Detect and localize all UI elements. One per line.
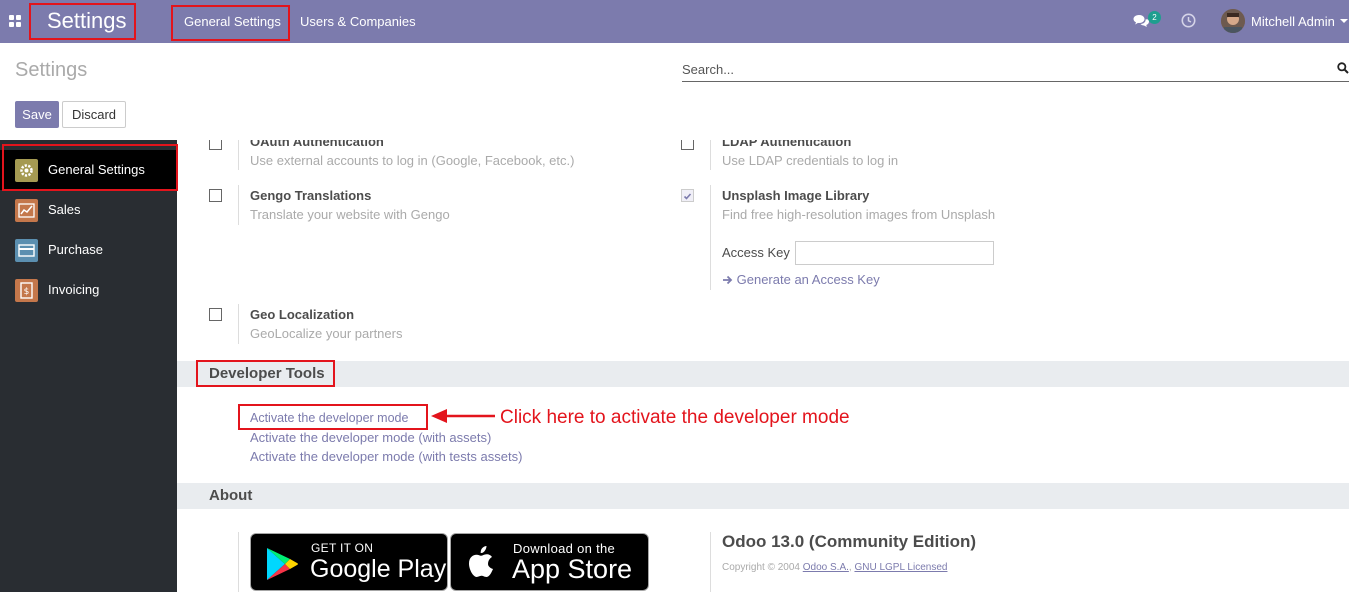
ldap-checkbox[interactable] bbox=[681, 140, 694, 150]
google-play-small-text: GET IT ON bbox=[311, 541, 374, 555]
divider bbox=[238, 140, 239, 170]
sidebar-item-label: Invoicing bbox=[48, 282, 100, 297]
message-count-badge: 2 bbox=[1148, 11, 1161, 24]
developer-tools-section bbox=[177, 361, 1349, 387]
apple-icon bbox=[469, 546, 493, 577]
access-key-input[interactable] bbox=[795, 241, 994, 265]
about-section bbox=[177, 483, 1349, 509]
copyright-line: Copyright © 2004 Odoo S.A., GNU LGPL Lic… bbox=[722, 562, 948, 573]
gengo-description: Translate your website with Gengo bbox=[250, 207, 450, 222]
generate-access-key-link[interactable]: Generate an Access Key bbox=[722, 272, 880, 287]
divider bbox=[238, 304, 239, 344]
odoo-version: Odoo 13.0 (Community Edition) bbox=[722, 532, 977, 551]
gengo-checkbox[interactable] bbox=[209, 189, 222, 202]
about-title: About bbox=[209, 487, 253, 504]
divider bbox=[238, 185, 239, 225]
sidebar-item-purchase[interactable]: Purchase bbox=[0, 230, 177, 270]
access-key-label: Access Key bbox=[722, 245, 790, 260]
company-link[interactable]: Odoo S.A. bbox=[803, 562, 849, 573]
divider bbox=[710, 185, 711, 290]
brand-highlight-box bbox=[29, 3, 136, 40]
avatar[interactable] bbox=[1221, 9, 1245, 33]
divider bbox=[710, 140, 711, 170]
app-store-button[interactable]: Download on the App Store bbox=[450, 533, 649, 591]
svg-text:$: $ bbox=[24, 287, 30, 297]
geo-title: Geo Localization bbox=[250, 307, 355, 322]
google-play-icon bbox=[267, 548, 298, 580]
unsplash-checkbox[interactable] bbox=[681, 189, 694, 202]
sidebar-item-invoicing[interactable]: $ Invoicing bbox=[0, 270, 177, 310]
sidebar-item-label: Purchase bbox=[48, 242, 103, 257]
menu-highlight-box bbox=[171, 5, 290, 41]
gengo-title: Gengo Translations bbox=[250, 188, 372, 203]
oauth-checkbox[interactable] bbox=[209, 140, 222, 150]
annotation-arrow-icon bbox=[431, 409, 495, 423]
page-title: Settings bbox=[15, 59, 88, 81]
sidebar-item-label: Sales bbox=[48, 202, 81, 217]
search-bar bbox=[682, 56, 1349, 82]
developer-tools-highlight-box bbox=[196, 360, 335, 387]
geo-description: GeoLocalize your partners bbox=[250, 326, 403, 341]
unsplash-description: Find free high-resolution images from Un… bbox=[722, 207, 996, 222]
menu-users-companies[interactable]: Users & Companies bbox=[300, 14, 416, 29]
invoice-icon: $ bbox=[15, 279, 38, 302]
annotation-text: Click here to activate the developer mod… bbox=[500, 407, 850, 428]
check-icon bbox=[683, 193, 692, 200]
oauth-description: Use external accounts to log in (Google,… bbox=[250, 153, 575, 168]
license-link[interactable]: GNU LGPL Licensed bbox=[854, 562, 947, 573]
chevron-down-icon[interactable] bbox=[1340, 19, 1348, 23]
app-store-big-text: App Store bbox=[512, 554, 633, 584]
arrow-right-icon bbox=[723, 275, 733, 285]
ldap-title: LDAP Authentication bbox=[722, 140, 852, 149]
activity-clock-icon[interactable] bbox=[1181, 13, 1196, 28]
search-icon[interactable] bbox=[1337, 62, 1349, 74]
sidebar-item-sales[interactable]: Sales bbox=[0, 190, 177, 230]
settings-content: OAuth Authentication Use external accoun… bbox=[177, 140, 1349, 592]
copyright-text: Copyright © 2004 bbox=[722, 562, 800, 573]
google-play-button[interactable]: GET IT ON Google Play bbox=[250, 533, 448, 591]
chart-icon bbox=[15, 199, 38, 222]
unsplash-title: Unsplash Image Library bbox=[722, 188, 870, 203]
activate-developer-mode-assets-link[interactable]: Activate the developer mode (with assets… bbox=[250, 430, 491, 445]
ldap-description: Use LDAP credentials to log in bbox=[722, 153, 899, 168]
geo-checkbox[interactable] bbox=[209, 308, 222, 321]
apps-menu-icon[interactable] bbox=[9, 15, 22, 28]
developer-mode-highlight-box bbox=[238, 404, 428, 430]
sidebar-highlight-box bbox=[2, 144, 178, 191]
divider bbox=[710, 532, 711, 592]
search-input[interactable] bbox=[682, 59, 1322, 79]
oauth-title: OAuth Authentication bbox=[250, 140, 384, 149]
discard-button[interactable]: Discard bbox=[62, 101, 126, 128]
card-icon bbox=[15, 239, 38, 262]
save-button[interactable]: Save bbox=[15, 101, 59, 128]
google-play-big-text: Google Play bbox=[310, 555, 447, 583]
generate-access-key-label: Generate an Access Key bbox=[736, 272, 880, 287]
divider bbox=[238, 532, 239, 592]
user-name[interactable]: Mitchell Admin bbox=[1251, 14, 1335, 29]
settings-sidebar: General Settings Sales Purchase $ Invoic… bbox=[0, 140, 177, 592]
activate-developer-mode-tests-link[interactable]: Activate the developer mode (with tests … bbox=[250, 449, 522, 464]
